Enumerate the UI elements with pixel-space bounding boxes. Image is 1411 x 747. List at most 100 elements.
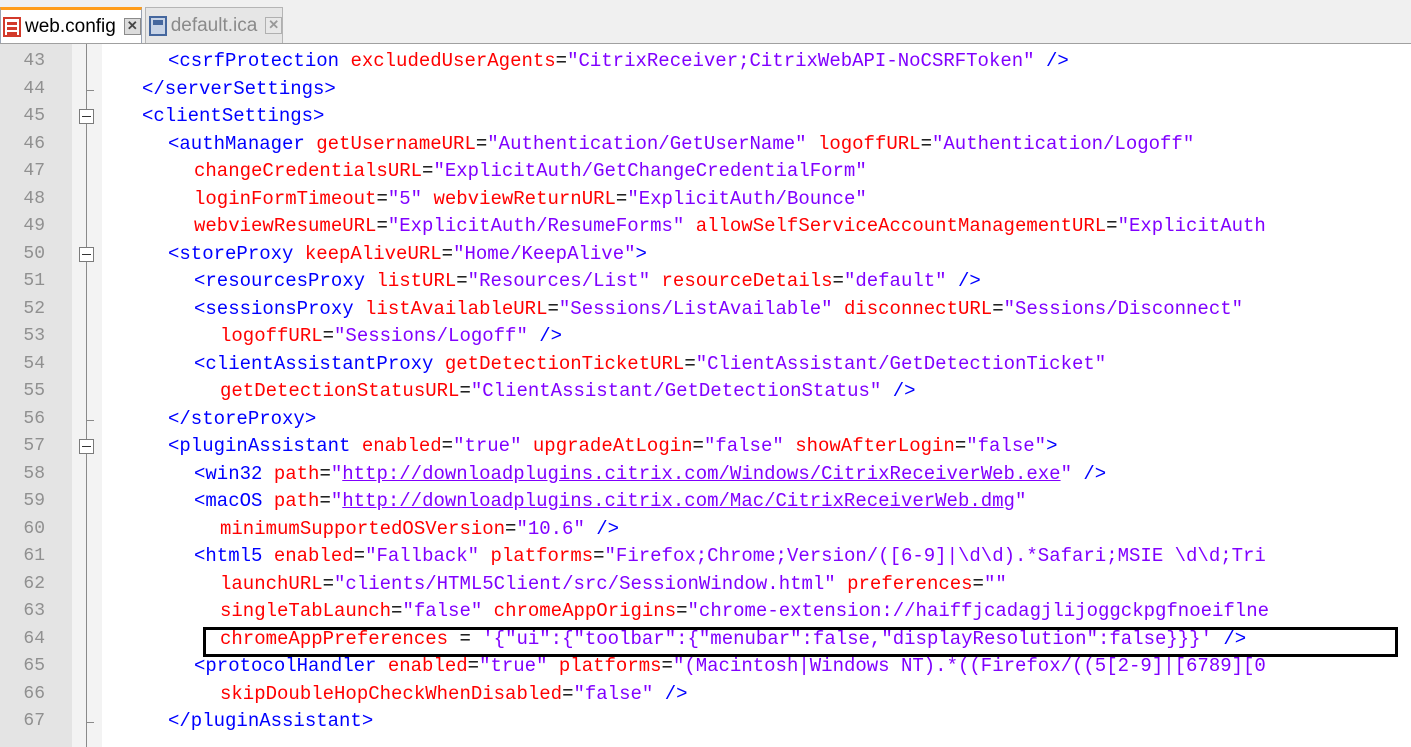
code-line[interactable]: 47 changeCredentialsURL="ExplicitAuth/Get… xyxy=(0,158,1411,186)
code-token: /> xyxy=(957,270,981,292)
code-token: = xyxy=(391,600,403,622)
code-line[interactable]: 43 <csrfProtection excludedUserAgents="Ci… xyxy=(0,48,1411,76)
code-text: <html5 enabled="Fallback" platforms="Fir… xyxy=(194,543,1266,571)
code-text: <macOS path="http://downloadplugins.citr… xyxy=(194,488,1026,516)
code-token: webviewResumeURL xyxy=(194,215,377,237)
line-number: 58 xyxy=(23,463,45,484)
code-token: changeCredentialsURL xyxy=(194,160,423,182)
code-line[interactable]: 63 singleTabLaunch="false" chromeAppOrigi… xyxy=(0,598,1411,626)
code-token: = xyxy=(555,50,568,72)
fold-collapse-icon[interactable] xyxy=(79,439,94,454)
code-text: launchURL="clients/HTML5Client/src/Sessi… xyxy=(220,571,1007,599)
code-line[interactable]: 50 <storeProxy keepAliveURL="Home/KeepAli… xyxy=(0,241,1411,269)
code-token: disconnectURL xyxy=(843,297,993,320)
tab-bar: web.config ✕ default.ica ✕ xyxy=(0,0,1411,44)
line-number: 63 xyxy=(23,601,45,621)
code-line[interactable]: 54 <clientAssistantProxy getDetectionTick… xyxy=(0,351,1411,379)
code-token: "ExplicitAuth/Bounce" xyxy=(627,187,867,210)
code-token: logoffURL xyxy=(220,325,323,347)
tab-label: default.ica xyxy=(170,14,258,36)
code-line[interactable]: 59 <macOS path="http://downloadplugins.ci… xyxy=(0,488,1411,516)
line-number: 52 xyxy=(23,298,45,319)
code-line[interactable]: 49 webviewResumeURL="ExplicitAuth/ResumeF… xyxy=(0,213,1411,241)
code-token: = xyxy=(475,132,488,155)
code-line[interactable]: 66 skipDoubleHopCheckWhenDisabled="false"… xyxy=(0,681,1411,709)
code-token: allowSelfServiceAccountManagementURL xyxy=(695,215,1107,237)
code-line[interactable]: 45 <clientSettings> xyxy=(0,103,1411,131)
code-token: loginFormTimeout xyxy=(194,187,377,210)
code-token: getDetectionStatusURL xyxy=(220,380,460,402)
close-icon[interactable]: ✕ xyxy=(123,18,141,35)
code-token: = xyxy=(319,462,331,485)
code-line[interactable]: 46 <authManager getUsernameURL="Authentic… xyxy=(0,131,1411,159)
code-text: <sessionsProxy listAvailableURL="Session… xyxy=(194,296,1243,324)
code-line[interactable]: 67 </pluginAssistant> xyxy=(0,708,1411,736)
code-token: "ClientAssistant/GetDetectionTicket" xyxy=(695,352,1107,375)
code-token: </storeProxy> xyxy=(168,407,317,430)
tab-default-ica[interactable]: default.ica ✕ xyxy=(145,7,283,43)
code-token: = xyxy=(422,160,434,182)
code-line[interactable]: 61 <html5 enabled="Fallback" platforms="F… xyxy=(0,543,1411,571)
ica-file-icon xyxy=(149,15,167,36)
code-token: = xyxy=(376,215,388,237)
fold-collapse-icon[interactable] xyxy=(79,109,94,124)
code-text: logoffURL="Sessions/Logoff" /> xyxy=(220,323,562,351)
code-token: keepAliveURL xyxy=(304,242,442,265)
code-line[interactable]: 53 logoffURL="Sessions/Logoff" /> xyxy=(0,323,1411,351)
code-token: > xyxy=(1046,435,1058,457)
code-line[interactable]: 62 launchURL="clients/HTML5Client/src/Ses… xyxy=(0,571,1411,599)
code-token: <win32 xyxy=(194,462,263,485)
code-token: "Sessions/ListAvailable" xyxy=(558,297,833,320)
code-token: "Home/KeepAlive" xyxy=(453,242,636,265)
line-number: 57 xyxy=(23,436,45,456)
code-token: = xyxy=(467,655,480,677)
code-line[interactable]: 48 loginFormTimeout="5" webviewReturnURL=… xyxy=(0,186,1411,214)
code-line[interactable]: 52 <sessionsProxy listAvailableURL="Sessi… xyxy=(0,296,1411,324)
code-token: "Authentication/GetUserName" xyxy=(487,132,807,155)
line-number: 50 xyxy=(23,243,45,264)
code-token: http://downloadplugins.citrix.com/Window… xyxy=(342,462,1061,485)
code-token: "default" xyxy=(843,270,947,292)
code-token: = xyxy=(459,380,471,402)
line-number: 44 xyxy=(23,78,45,99)
code-line[interactable]: 56 </storeProxy> xyxy=(0,406,1411,434)
code-token: = xyxy=(593,545,605,567)
line-number: 51 xyxy=(23,271,45,291)
code-token: = xyxy=(441,242,454,265)
code-line[interactable]: 58 <win32 path="http://downloadplugins.ci… xyxy=(0,461,1411,489)
code-line[interactable]: 55 getDetectionStatusURL="ClientAssistant… xyxy=(0,378,1411,406)
code-token: </serverSettings> xyxy=(142,77,336,100)
code-token: "CitrixReceiver;CitrixWebAPI-NoCSRFToken… xyxy=(567,50,1035,72)
code-line[interactable]: 51 <resourcesProxy listURL="Resources/Lis… xyxy=(0,268,1411,296)
code-token: " xyxy=(330,490,343,512)
code-line[interactable]: 65 <protocolHandler enabled="true" platfo… xyxy=(0,653,1411,681)
code-token: "Firefox;Chrome;Version/([6-9]|\d\d).*Sa… xyxy=(604,545,1266,567)
code-text: webviewResumeURL="ExplicitAuth/ResumeFor… xyxy=(194,213,1266,241)
line-number: 61 xyxy=(23,546,45,566)
line-number: 56 xyxy=(23,408,45,429)
close-icon[interactable]: ✕ xyxy=(265,17,282,34)
code-token: "ExplicitAuth/ResumeForms" xyxy=(387,215,685,237)
code-line[interactable]: 60 minimumSupportedOSVersion="10.6" /> xyxy=(0,516,1411,544)
fold-collapse-icon[interactable] xyxy=(79,246,94,262)
code-token: <clientAssistantProxy xyxy=(194,352,434,375)
code-token: getDetectionTicketURL xyxy=(444,352,685,375)
code-line[interactable]: 44 </serverSettings> xyxy=(0,76,1411,104)
code-line[interactable]: 57 <pluginAssistant enabled="true" upgrad… xyxy=(0,433,1411,461)
code-token: /> xyxy=(1083,462,1107,485)
line-number: 46 xyxy=(23,133,45,154)
code-text: skipDoubleHopCheckWhenDisabled="false" /… xyxy=(220,681,688,709)
tab-web-config[interactable]: web.config ✕ xyxy=(0,7,142,43)
code-token: = xyxy=(505,517,517,540)
code-token: "true" xyxy=(479,655,548,677)
code-token: <pluginAssistant xyxy=(168,435,351,457)
